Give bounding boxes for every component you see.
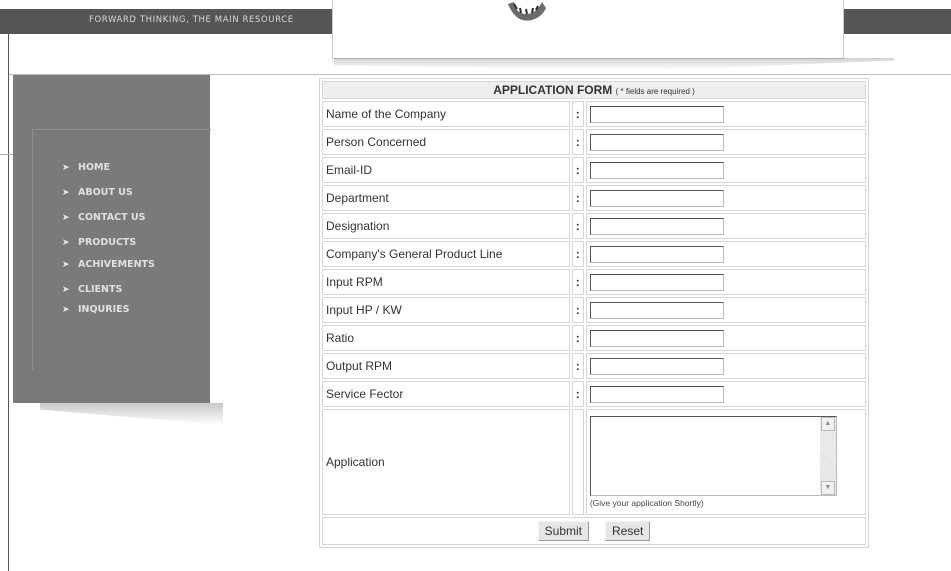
application-hint: (Give your application Shortly) xyxy=(589,497,704,508)
field-colon: : xyxy=(571,269,584,295)
company-name-input[interactable] xyxy=(589,105,724,123)
field-label: Input HP / KW xyxy=(322,297,570,323)
field-colon: : xyxy=(571,213,584,239)
arrow-right-icon: ➤ xyxy=(62,285,70,295)
nav-item-label: CONTACT US xyxy=(78,212,146,223)
service-factor-input[interactable] xyxy=(589,385,724,403)
form-row: Input HP / KW : xyxy=(322,297,866,323)
application-textarea-frame: ▲ ▼ xyxy=(589,415,837,496)
field-label: Department xyxy=(322,185,570,211)
designation-input[interactable] xyxy=(589,217,724,235)
form-actions: Submit Reset xyxy=(322,517,866,545)
submit-button[interactable]: Submit xyxy=(537,521,589,541)
form-row: Name of the Company : xyxy=(322,101,866,127)
field-colon: : xyxy=(571,185,584,211)
form-title: APPLICATION FORM xyxy=(493,83,613,97)
form-row: Designation : xyxy=(322,213,866,239)
field-colon: : xyxy=(571,381,584,407)
nav-item-label: HOME xyxy=(78,162,110,173)
field-label: Email-ID xyxy=(322,157,570,183)
field-colon: : xyxy=(571,101,584,127)
form-row: Company's General Product Line : xyxy=(322,241,866,267)
input-rpm-input[interactable] xyxy=(589,273,724,291)
textarea-scrollbar[interactable]: ▲ ▼ xyxy=(819,416,836,495)
form-row: Application ▲ ▼ (Give your application S… xyxy=(322,409,866,515)
arrow-right-icon: ➤ xyxy=(62,163,70,173)
field-colon: : xyxy=(571,241,584,267)
field-colon: : xyxy=(571,157,584,183)
field-label: Company's General Product Line xyxy=(322,241,570,267)
field-label: Name of the Company xyxy=(322,101,570,127)
nav-item-products[interactable]: ➤ PRODUCTS xyxy=(62,236,155,258)
field-label: Application xyxy=(322,409,570,515)
form-row: Person Concerned : xyxy=(322,129,866,155)
email-input[interactable] xyxy=(589,161,724,179)
department-input[interactable] xyxy=(589,189,724,207)
logo-shadow xyxy=(334,58,894,70)
application-textarea[interactable] xyxy=(590,416,820,495)
main-nav: ➤ HOME ➤ ABOUT US ➤ CONTACT US ➤ PRODUCTS ➤ A… xyxy=(62,161,155,328)
nav-item-achivements[interactable]: ➤ ACHIVEMENTS xyxy=(62,258,155,283)
form-row: Service Fector : xyxy=(322,381,866,407)
nav-item-label: PRODUCTS xyxy=(78,237,137,248)
scroll-down-icon[interactable]: ▼ xyxy=(820,480,835,495)
field-label: Ratio xyxy=(322,325,570,351)
field-colon: : xyxy=(571,325,584,351)
field-colon: : xyxy=(571,297,584,323)
page-left-border xyxy=(8,34,9,571)
field-colon: : xyxy=(571,353,584,379)
product-line-input[interactable] xyxy=(589,245,724,263)
site-tagline: FORWARD THINKING, THE MAIN RESOURCE xyxy=(89,15,294,25)
nav-item-label: CLIENTS xyxy=(78,284,123,295)
form-row: Ratio : xyxy=(322,325,866,351)
nav-item-clients[interactable]: ➤ CLIENTS xyxy=(62,283,155,303)
field-label: Designation xyxy=(322,213,570,239)
field-colon: : xyxy=(571,129,584,155)
nav-item-home[interactable]: ➤ HOME xyxy=(62,161,155,186)
nav-item-contact-us[interactable]: ➤ CONTACT US xyxy=(62,211,155,236)
form-row: Email-ID : xyxy=(322,157,866,183)
sidebar-shadow xyxy=(40,403,223,425)
input-hp-kw-input[interactable] xyxy=(589,301,724,319)
form-title-bar: APPLICATION FORM ( * fields are required… xyxy=(322,81,866,99)
nav-item-label: ACHIVEMENTS xyxy=(78,259,155,270)
arrow-right-icon: ➤ xyxy=(62,188,70,198)
field-label: Input RPM xyxy=(322,269,570,295)
arrow-right-icon: ➤ xyxy=(62,260,70,270)
field-label: Output RPM xyxy=(322,353,570,379)
reset-button[interactable]: Reset xyxy=(605,521,651,541)
form-row: Input RPM : xyxy=(322,269,866,295)
arrow-right-icon: ➤ xyxy=(62,305,70,315)
nav-item-label: INQURIES xyxy=(78,304,130,315)
form-row: Department : xyxy=(322,185,866,211)
field-colon-empty xyxy=(571,409,584,515)
nav-item-inquries[interactable]: ➤ INQURIES xyxy=(62,303,155,328)
sidebar-tick xyxy=(0,154,13,155)
required-note: ( * fields are required ) xyxy=(615,87,695,96)
field-label: Service Fector xyxy=(322,381,570,407)
arrow-right-icon: ➤ xyxy=(62,213,70,223)
logo-panel xyxy=(332,0,844,59)
field-label: Person Concerned xyxy=(322,129,570,155)
ratio-input[interactable] xyxy=(589,329,724,347)
arrow-right-icon: ➤ xyxy=(62,238,70,248)
scroll-up-icon[interactable]: ▲ xyxy=(820,416,835,431)
application-form: APPLICATION FORM ( * fields are required… xyxy=(319,78,869,548)
logo-gear-icon xyxy=(508,2,546,21)
nav-item-about-us[interactable]: ➤ ABOUT US xyxy=(62,186,155,211)
nav-item-label: ABOUT US xyxy=(78,187,133,198)
form-row: Output RPM : xyxy=(322,353,866,379)
person-concerned-input[interactable] xyxy=(589,133,724,151)
output-rpm-input[interactable] xyxy=(589,357,724,375)
